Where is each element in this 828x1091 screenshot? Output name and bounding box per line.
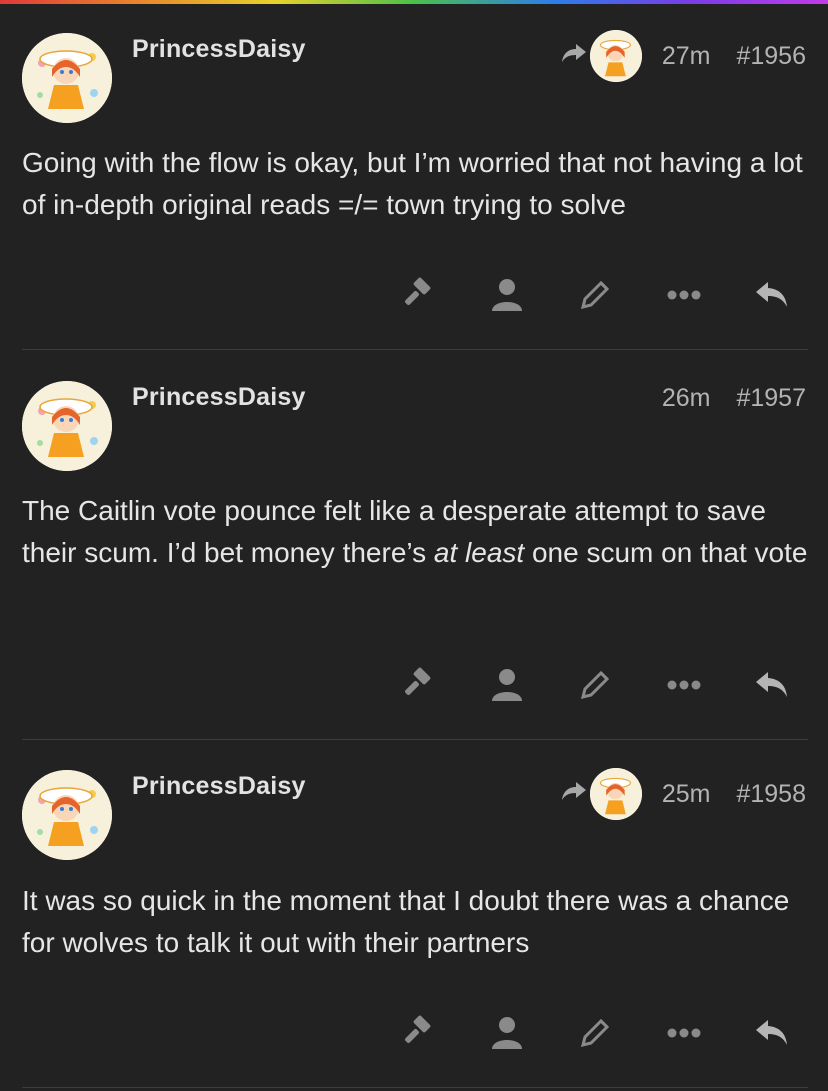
post-number[interactable]: #1958 — [736, 780, 806, 809]
post-number[interactable]: #1957 — [736, 384, 806, 413]
pencil-icon[interactable] — [572, 1010, 618, 1056]
post-body: It was so quick in the moment that I dou… — [22, 885, 790, 958]
user-icon[interactable] — [484, 1010, 530, 1056]
reply-to-indicator[interactable] — [560, 768, 642, 820]
top-color-bar — [0, 0, 828, 4]
gavel-icon[interactable] — [395, 272, 441, 318]
post-actions — [395, 1010, 795, 1056]
reply-icon[interactable] — [749, 1010, 795, 1056]
ellipsis-icon[interactable] — [661, 1010, 707, 1056]
post-body: The Caitlin vote pounce felt like a desp… — [22, 490, 812, 574]
share-arrow-icon — [560, 779, 588, 810]
reply-to-avatar[interactable] — [589, 30, 642, 82]
avatar[interactable] — [22, 770, 112, 860]
post-meta: 25m #1958 — [560, 768, 806, 820]
gavel-icon[interactable] — [395, 1010, 441, 1056]
username[interactable]: PrincessDaisy — [132, 35, 306, 64]
post-body: Going with the flow is okay, but I’m wor… — [22, 147, 803, 220]
avatar[interactable] — [22, 33, 112, 123]
reply-to-indicator[interactable] — [560, 30, 642, 82]
post-actions — [395, 662, 795, 708]
user-icon[interactable] — [484, 662, 530, 708]
post-actions — [395, 272, 795, 318]
share-arrow-icon — [560, 41, 588, 72]
post-body-text: one scum on that vote — [524, 537, 808, 568]
gavel-icon[interactable] — [395, 662, 441, 708]
post-divider — [22, 1087, 808, 1088]
post-meta: 26m #1957 — [662, 384, 806, 413]
post-time[interactable]: 25m — [662, 780, 711, 809]
post-time[interactable]: 26m — [662, 384, 711, 413]
user-icon[interactable] — [484, 272, 530, 318]
ellipsis-icon[interactable] — [661, 272, 707, 318]
reply-icon[interactable] — [749, 272, 795, 318]
post-time[interactable]: 27m — [662, 42, 711, 71]
username[interactable]: PrincessDaisy — [132, 383, 306, 412]
post-body-emphasis: at least — [433, 537, 525, 568]
username[interactable]: PrincessDaisy — [132, 772, 306, 801]
post-divider — [22, 349, 808, 350]
pencil-icon[interactable] — [572, 662, 618, 708]
post-divider — [22, 739, 808, 740]
post-meta: 27m #1956 — [560, 30, 806, 82]
ellipsis-icon[interactable] — [661, 662, 707, 708]
reply-to-avatar[interactable] — [589, 768, 642, 820]
avatar[interactable] — [22, 381, 112, 471]
reply-icon[interactable] — [749, 662, 795, 708]
pencil-icon[interactable] — [572, 272, 618, 318]
post-number[interactable]: #1956 — [736, 42, 806, 71]
